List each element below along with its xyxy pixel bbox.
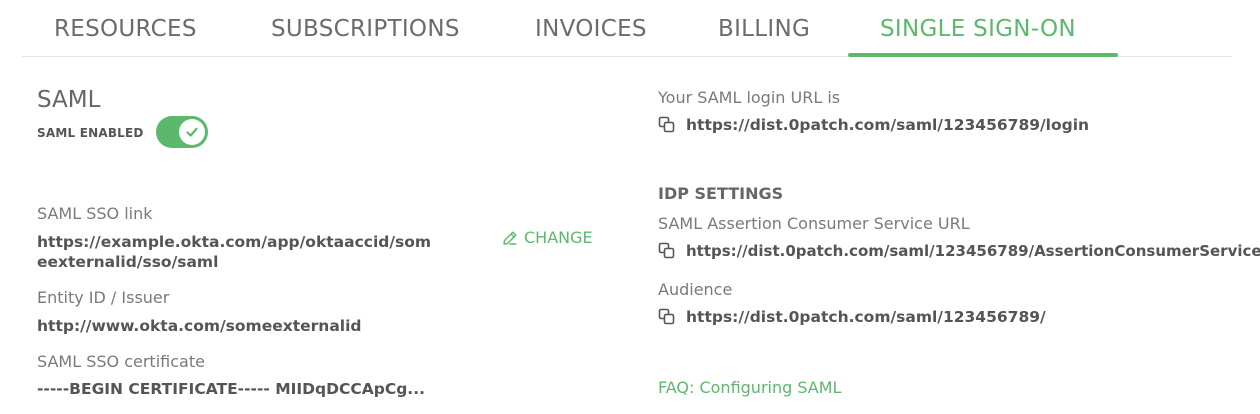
- tab-single-sign-on[interactable]: SINGLE SIGN-ON: [880, 16, 1076, 42]
- login-url-label: Your SAML login URL is: [658, 88, 841, 107]
- faq-link[interactable]: FAQ: Configuring SAML: [658, 378, 841, 397]
- audience-url-row: https://dist.0patch.com/saml/123456789/: [658, 308, 1046, 326]
- certificate-value: -----BEGIN CERTIFICATE----- MIIDqDCCApCg…: [37, 380, 425, 398]
- check-icon: [186, 127, 198, 137]
- tab-billing[interactable]: BILLING: [718, 16, 810, 42]
- saml-enabled-label: SAML ENABLED: [37, 126, 144, 140]
- change-label: CHANGE: [524, 228, 593, 247]
- sso-link-label: SAML SSO link: [37, 204, 153, 223]
- entity-id-label: Entity ID / Issuer: [37, 288, 170, 307]
- copy-icon[interactable]: [658, 308, 676, 326]
- toggle-knob: [179, 119, 205, 145]
- tab-subscriptions[interactable]: SUBSCRIPTIONS: [271, 16, 460, 42]
- copy-icon[interactable]: [658, 116, 676, 134]
- copy-icon[interactable]: [658, 242, 676, 260]
- tab-invoices[interactable]: INVOICES: [535, 16, 647, 42]
- sso-link-value-line1: https://example.okta.com/app/oktaaccid/s…: [37, 233, 432, 251]
- tab-resources[interactable]: RESOURCES: [54, 16, 197, 42]
- active-tab-indicator: [848, 53, 1118, 57]
- change-button[interactable]: CHANGE: [502, 228, 593, 247]
- sso-link-value-line2: eexternalid/sso/saml: [37, 253, 219, 271]
- acs-url-label: SAML Assertion Consumer Service URL: [658, 214, 970, 233]
- idp-settings-heading: IDP SETTINGS: [658, 184, 784, 203]
- pencil-icon: [503, 231, 517, 245]
- saml-heading: SAML: [37, 87, 101, 113]
- certificate-label: SAML SSO certificate: [37, 352, 205, 371]
- saml-enabled-toggle[interactable]: [156, 116, 208, 148]
- audience-url-value: https://dist.0patch.com/saml/123456789/: [686, 308, 1046, 326]
- entity-id-value: http://www.okta.com/someexternalid: [37, 317, 362, 335]
- login-url-row: https://dist.0patch.com/saml/123456789/l…: [658, 116, 1089, 134]
- login-url-value: https://dist.0patch.com/saml/123456789/l…: [686, 116, 1090, 134]
- tab-bar: RESOURCES SUBSCRIPTIONS INVOICES BILLING…: [22, 0, 1232, 57]
- acs-url-value: https://dist.0patch.com/saml/123456789/A…: [686, 242, 1260, 260]
- acs-url-row: https://dist.0patch.com/saml/123456789/A…: [658, 242, 1260, 260]
- audience-label: Audience: [658, 280, 733, 299]
